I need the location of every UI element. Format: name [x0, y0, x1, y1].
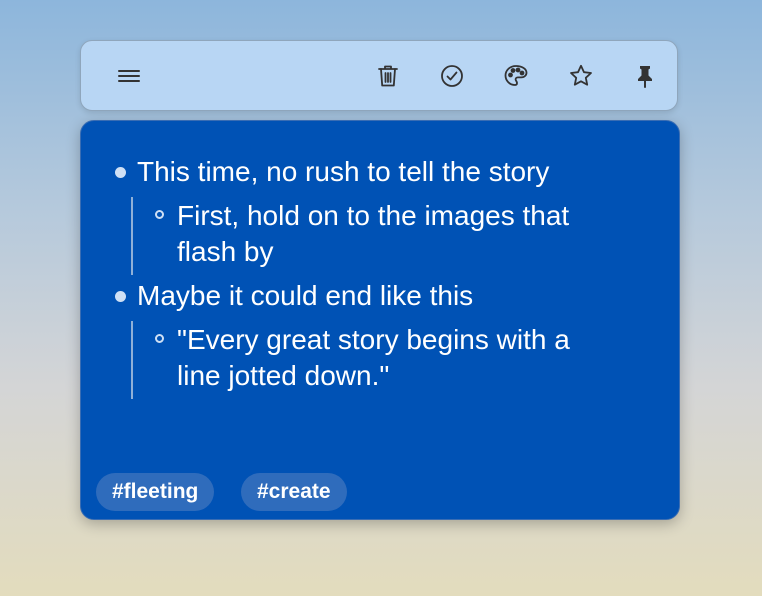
bullet-dot: [115, 291, 126, 302]
tag-create[interactable]: #create: [241, 473, 347, 511]
menu-icon[interactable]: [114, 61, 144, 91]
check-circle-icon[interactable]: [437, 61, 467, 91]
sub-bullet-circle: [155, 334, 164, 343]
list-item-line: flash by: [177, 236, 274, 267]
list-item-line: First, hold on to the images that: [177, 200, 570, 231]
list-item-line: "Every great story begins with a: [177, 324, 570, 355]
list-item[interactable]: Maybe it could end like this: [137, 278, 473, 314]
star-icon[interactable]: [566, 61, 596, 91]
bullet-dot: [115, 167, 126, 178]
list-item-line: line jotted down.": [177, 360, 390, 391]
note-card[interactable]: This time, no rush to tell the story Fir…: [80, 120, 680, 520]
trash-icon[interactable]: [373, 61, 403, 91]
indent-guide: [131, 321, 133, 399]
pin-icon[interactable]: [630, 61, 660, 91]
note-toolbar: [80, 40, 678, 111]
list-item-nested[interactable]: First, hold on to the images that flash …: [177, 198, 569, 270]
sub-bullet-circle: [155, 210, 164, 219]
list-item-nested[interactable]: "Every great story begins with a line jo…: [177, 322, 570, 394]
indent-guide: [131, 197, 133, 275]
list-item[interactable]: This time, no rush to tell the story: [137, 154, 549, 190]
palette-icon[interactable]: [501, 61, 531, 91]
tag-fleeting[interactable]: #fleeting: [96, 473, 215, 511]
